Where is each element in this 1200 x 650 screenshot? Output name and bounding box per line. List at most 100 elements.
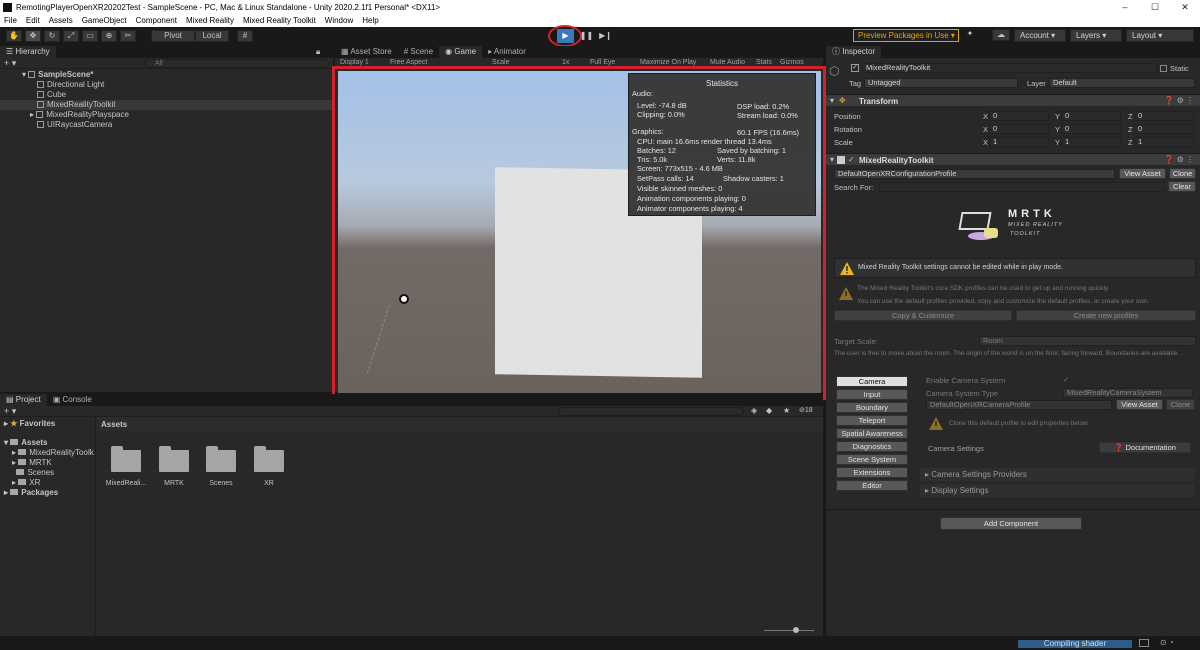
active-checkbox[interactable]: ✓ <box>851 64 859 72</box>
rotation-x-field[interactable]: 0 <box>989 124 1049 134</box>
tab-animator[interactable]: ▸ Animator <box>482 46 532 58</box>
project-search-input[interactable] <box>558 407 744 416</box>
collab-icon[interactable]: ✦ <box>965 29 975 41</box>
side-btn-scene-system[interactable]: Scene System <box>836 454 908 465</box>
step-button[interactable]: ▶❙ <box>597 29 614 43</box>
profile-dropdown[interactable]: DefaultOpenXRConfigurationProfile <box>834 169 1115 179</box>
menu-edit[interactable]: Edit <box>26 16 40 25</box>
tab-asset-store[interactable]: ▦ Asset Store <box>335 46 398 58</box>
lock-icon[interactable]: 🔒︎ <box>316 47 320 57</box>
hierarchy-item-directional-light[interactable]: Directional Light <box>0 80 333 90</box>
create-profiles-button[interactable]: Create new profiles <box>1016 310 1196 321</box>
camera-view-asset-button[interactable]: View Asset <box>1116 399 1163 410</box>
pivot-toggle[interactable]: Pivot <box>151 30 195 42</box>
account-dropdown[interactable]: Account ▾ <box>1014 29 1066 42</box>
aspect-dropdown[interactable]: Free Aspect <box>390 59 427 66</box>
tab-inspector[interactable]: ⓘ Inspector <box>826 46 882 58</box>
mute-audio-toggle[interactable]: Mute Audio <box>710 59 745 66</box>
display-settings-foldout[interactable]: ▸ Display Settings <box>920 484 1195 497</box>
gizmos-dropdown[interactable]: Gizmos <box>780 59 804 66</box>
side-btn-extensions[interactable]: Extensions <box>836 467 908 478</box>
packages-row[interactable]: ▸ Packages <box>4 488 58 498</box>
camera-providers-foldout[interactable]: ▸ Camera Settings Providers <box>920 468 1195 481</box>
scale-y-field[interactable]: 1 <box>1061 137 1121 147</box>
transform-header[interactable]: ▾ ✥ Transform ❓ ⚙ ⋮ <box>826 94 1200 106</box>
move-tool-icon[interactable]: ✥ <box>25 30 41 42</box>
enable-camera-checkbox[interactable]: ✓ <box>1063 375 1069 384</box>
rect-tool-icon[interactable]: ▭ <box>82 30 98 42</box>
target-scale-dropdown[interactable]: Room <box>979 336 1196 346</box>
preview-packages-button[interactable]: Preview Packages in Use ▾ <box>853 29 959 42</box>
cloud-icon[interactable]: ☁ <box>992 29 1010 41</box>
layer-dropdown[interactable]: Default <box>1049 78 1195 88</box>
camera-profile-dropdown[interactable]: DefaultOpenXRCameraProfile <box>926 400 1112 410</box>
hierarchy-item-cube[interactable]: Cube <box>0 90 333 100</box>
tab-project[interactable]: ▤ Project <box>0 394 47 406</box>
position-x-field[interactable]: 0 <box>989 111 1049 121</box>
create-icon[interactable]: + ▾ <box>4 406 16 417</box>
filter-label-icon[interactable]: ◆ <box>766 406 772 415</box>
tree-item-scenes[interactable]: Scenes <box>12 468 54 478</box>
close-button[interactable]: ✕ <box>1170 0 1200 14</box>
side-btn-diagnostics[interactable]: Diagnostics <box>836 441 908 452</box>
scale-z-field[interactable]: 1 <box>1134 137 1194 147</box>
eye-dropdown[interactable]: Full Eye <box>590 59 615 66</box>
custom-tool-icon[interactable]: ✂ <box>120 30 136 42</box>
search-for-input[interactable] <box>879 182 1165 192</box>
menu-assets[interactable]: Assets <box>49 16 73 25</box>
tag-dropdown[interactable]: Untagged <box>864 78 1018 88</box>
menu-help[interactable]: Help <box>362 16 378 25</box>
transform-tool-icon[interactable]: ⊕ <box>101 30 117 42</box>
tab-scene[interactable]: # Scene <box>398 46 439 58</box>
hierarchy-item-uiraycastcamera[interactable]: UIRaycastCamera <box>0 120 333 130</box>
assets-root-row[interactable]: ▾ Assets <box>4 438 48 448</box>
copy-customize-button[interactable]: Copy & Customize <box>834 310 1012 321</box>
menu-gameobject[interactable]: GameObject <box>82 16 127 25</box>
static-checkbox[interactable] <box>1160 65 1167 72</box>
hierarchy-item-mixedrealitytoolkit[interactable]: MixedRealityToolkit <box>0 100 333 110</box>
mrtk-component-header[interactable]: ▾ ✓ MixedRealityToolkit ❓ ⚙ ⋮ <box>826 153 1200 165</box>
zoom-slider[interactable] <box>764 630 814 631</box>
tree-item-mixedrealitytoolkit[interactable]: ▸ MixedRealityToolk <box>12 448 94 458</box>
rotate-tool-icon[interactable]: ↻ <box>44 30 60 42</box>
menu-mixed-reality[interactable]: Mixed Reality <box>186 16 234 25</box>
rotation-y-field[interactable]: 0 <box>1061 124 1121 134</box>
maximize-on-play-toggle[interactable]: Maximize On Play <box>640 59 696 66</box>
side-btn-teleport[interactable]: Teleport <box>836 415 908 426</box>
component-menu-icon[interactable]: ❓ ⚙ ⋮ <box>1164 155 1194 164</box>
pause-button[interactable]: ❚❚ <box>578 29 595 43</box>
layout-dropdown[interactable]: Layout ▾ <box>1126 29 1194 42</box>
progress-cancel-icon[interactable] <box>1139 639 1149 647</box>
favorites-row[interactable]: ▸ ★ Favorites <box>4 419 55 429</box>
side-btn-editor[interactable]: Editor <box>836 480 908 491</box>
documentation-button[interactable]: ❓ Documentation <box>1099 442 1191 453</box>
add-component-button[interactable]: Add Component <box>940 517 1082 530</box>
menu-file[interactable]: File <box>4 16 17 25</box>
zoom-slider-thumb[interactable] <box>793 627 799 633</box>
menu-window[interactable]: Window <box>325 16 353 25</box>
tree-item-mrtk[interactable]: ▸ MRTK <box>12 458 52 468</box>
scene-row[interactable]: ▾ SampleScene* <box>0 70 333 80</box>
folder-xr[interactable] <box>254 446 284 472</box>
grid-snap-icon[interactable]: # <box>237 30 253 42</box>
filter-type-icon[interactable]: ◈ <box>751 406 757 415</box>
add-icon[interactable]: + ▾ <box>4 58 16 69</box>
position-z-field[interactable]: 0 <box>1134 111 1194 121</box>
folder-mrtk[interactable] <box>159 446 189 472</box>
position-y-field[interactable]: 0 <box>1061 111 1121 121</box>
side-btn-boundary[interactable]: Boundary <box>836 402 908 413</box>
hand-tool-icon[interactable]: ✋ <box>6 30 22 42</box>
clone-button[interactable]: Clone <box>1169 168 1196 179</box>
maximize-button[interactable]: ☐ <box>1140 0 1170 14</box>
hierarchy-item-mixedrealityplayspace[interactable]: ▸ MixedRealityPlayspace <box>0 110 333 120</box>
camera-clone-button[interactable]: Clone <box>1166 399 1195 410</box>
folder-mixedrealitytoolkit[interactable] <box>111 446 141 472</box>
component-menu-icon[interactable]: ❓ ⚙ ⋮ <box>1164 96 1194 105</box>
scale-x-field[interactable]: 1 <box>989 137 1049 147</box>
camera-type-dropdown[interactable]: MixedRealityCameraSystem <box>1063 388 1193 398</box>
side-btn-camera[interactable]: Camera <box>836 376 908 387</box>
component-enabled-checkbox[interactable]: ✓ <box>848 155 855 164</box>
hierarchy-search-input[interactable]: All <box>144 59 329 68</box>
scale-tool-icon[interactable]: ⤢ <box>63 30 79 42</box>
side-btn-spatial-awareness[interactable]: Spatial Awareness <box>836 428 908 439</box>
